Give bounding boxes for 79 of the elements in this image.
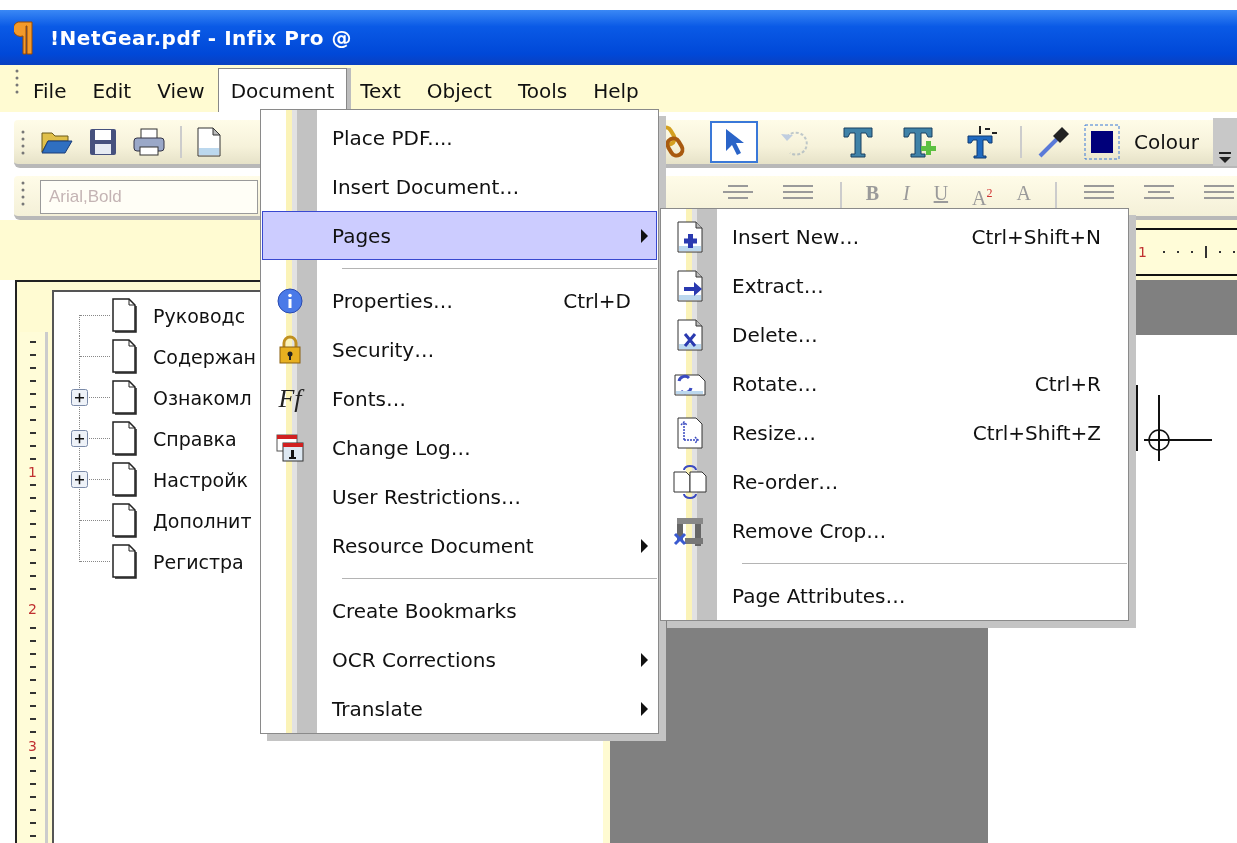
expand-icon[interactable]	[71, 471, 88, 488]
ruler-number: 2	[28, 601, 37, 617]
menu-item[interactable]: Rotate… Ctrl+R	[662, 359, 1127, 408]
save-icon[interactable]	[88, 127, 118, 157]
menu-item[interactable]: Ff Fonts…	[262, 374, 657, 423]
shortcut-text: Ctrl+D	[562, 288, 631, 313]
menu-item[interactable]: Change Log…	[262, 423, 657, 472]
expand-icon[interactable]	[71, 430, 88, 447]
shortcut-text: Ctrl+R	[1033, 371, 1101, 396]
pointer-tool-button[interactable]	[710, 121, 759, 163]
menu-item[interactable]: Place PDF....	[262, 113, 657, 162]
menu-item[interactable]: Delete…	[662, 310, 1127, 359]
ruler-number: 1	[28, 464, 37, 480]
menu-item[interactable]: Remove Crop…	[662, 506, 1127, 555]
app-logo-icon	[14, 19, 36, 56]
toolbar-overflow-icon[interactable]	[1217, 152, 1233, 166]
page-icon	[112, 421, 137, 456]
info-icon	[277, 287, 303, 314]
page-delete-icon	[676, 317, 704, 352]
shortcut-text: Ctrl+Shift+Z	[971, 420, 1101, 445]
tree-item[interactable]: Ознакомл	[153, 386, 252, 409]
align-left-icon[interactable]	[1081, 182, 1117, 202]
toolbar-grip-icon	[20, 128, 26, 156]
tree-item[interactable]: Руководс	[153, 304, 246, 327]
page-plus-icon	[676, 219, 704, 254]
colour-swatch-icon[interactable]	[1084, 124, 1121, 160]
menu-bar-item[interactable]: Object	[413, 68, 505, 112]
page-icon	[112, 339, 137, 374]
tree-item[interactable]: Настройк	[153, 468, 248, 491]
shortcut-text: Ctrl+Shift+N	[970, 224, 1101, 249]
tree-item[interactable]: Справка	[153, 427, 237, 450]
menu-item[interactable]: Page Attributes…	[662, 571, 1127, 620]
print-icon[interactable]	[132, 127, 166, 157]
menu-item[interactable]: Re-order…	[662, 457, 1127, 506]
menu-item[interactable]: Security…	[262, 325, 657, 374]
resize-page-icon	[676, 415, 704, 450]
tree-item[interactable]: Содержан	[153, 345, 256, 368]
menu-item[interactable]: Resize… Ctrl+Shift+Z	[662, 408, 1127, 457]
align-right-icon[interactable]	[1201, 182, 1237, 202]
menu-bar-item[interactable]: Text	[347, 68, 414, 112]
padlock-icon	[277, 334, 303, 365]
text-tool-icon	[842, 125, 875, 159]
tree-item[interactable]: Дополнит	[153, 509, 252, 532]
menu-item[interactable]: Extract…	[662, 261, 1127, 310]
page-icon	[112, 298, 137, 333]
page-icon	[112, 544, 137, 579]
numbered-text-icon	[965, 124, 1000, 160]
align-center-icon[interactable]	[1141, 182, 1177, 202]
ruler-number: 1	[1138, 244, 1147, 260]
expand-icon[interactable]	[71, 389, 88, 406]
menu-item[interactable]: Insert New… Ctrl+Shift+N	[662, 212, 1127, 261]
menu-item[interactable]: Pages	[262, 211, 657, 260]
eyedropper-icon[interactable]	[1036, 125, 1071, 159]
menu-bar-item[interactable]: Help	[580, 68, 652, 112]
menu-item[interactable]: Translate	[262, 684, 657, 733]
menu-item[interactable]: Insert Document…	[262, 162, 657, 211]
menu-bar-item[interactable]: Tools	[504, 68, 581, 112]
menu-item[interactable]: Properties… Ctrl+D	[262, 276, 657, 325]
page-icon[interactable]	[196, 126, 222, 158]
menu-bar-item[interactable]: View	[144, 68, 218, 112]
text-plus-icon	[902, 125, 939, 159]
menu-bar-item[interactable]: Document	[217, 68, 348, 112]
reorder-pages-icon	[672, 463, 708, 500]
toolbar-grip-icon	[20, 180, 26, 207]
toolbar-grip-icon	[14, 68, 20, 95]
menu-bar-item[interactable]: Edit	[79, 68, 145, 112]
page-icon	[112, 380, 137, 415]
page-icon	[112, 503, 137, 538]
menu-bar-item[interactable]: File	[20, 68, 80, 112]
menu-item[interactable]: OCR Corrections	[262, 635, 657, 684]
menu-item[interactable]: Create Bookmarks	[262, 586, 657, 635]
page-icon	[112, 462, 137, 497]
menu-item[interactable]: User Restrictions…	[262, 472, 657, 521]
tree-item[interactable]: Регистра	[153, 550, 244, 573]
window-title: !NetGear.pdf - Infix Pro @	[50, 25, 352, 50]
calendar-icon	[275, 432, 305, 463]
ruler-number: 3	[28, 738, 37, 754]
menu-item[interactable]: Resource Document	[262, 521, 657, 570]
colour-label: Colour	[1134, 130, 1199, 154]
